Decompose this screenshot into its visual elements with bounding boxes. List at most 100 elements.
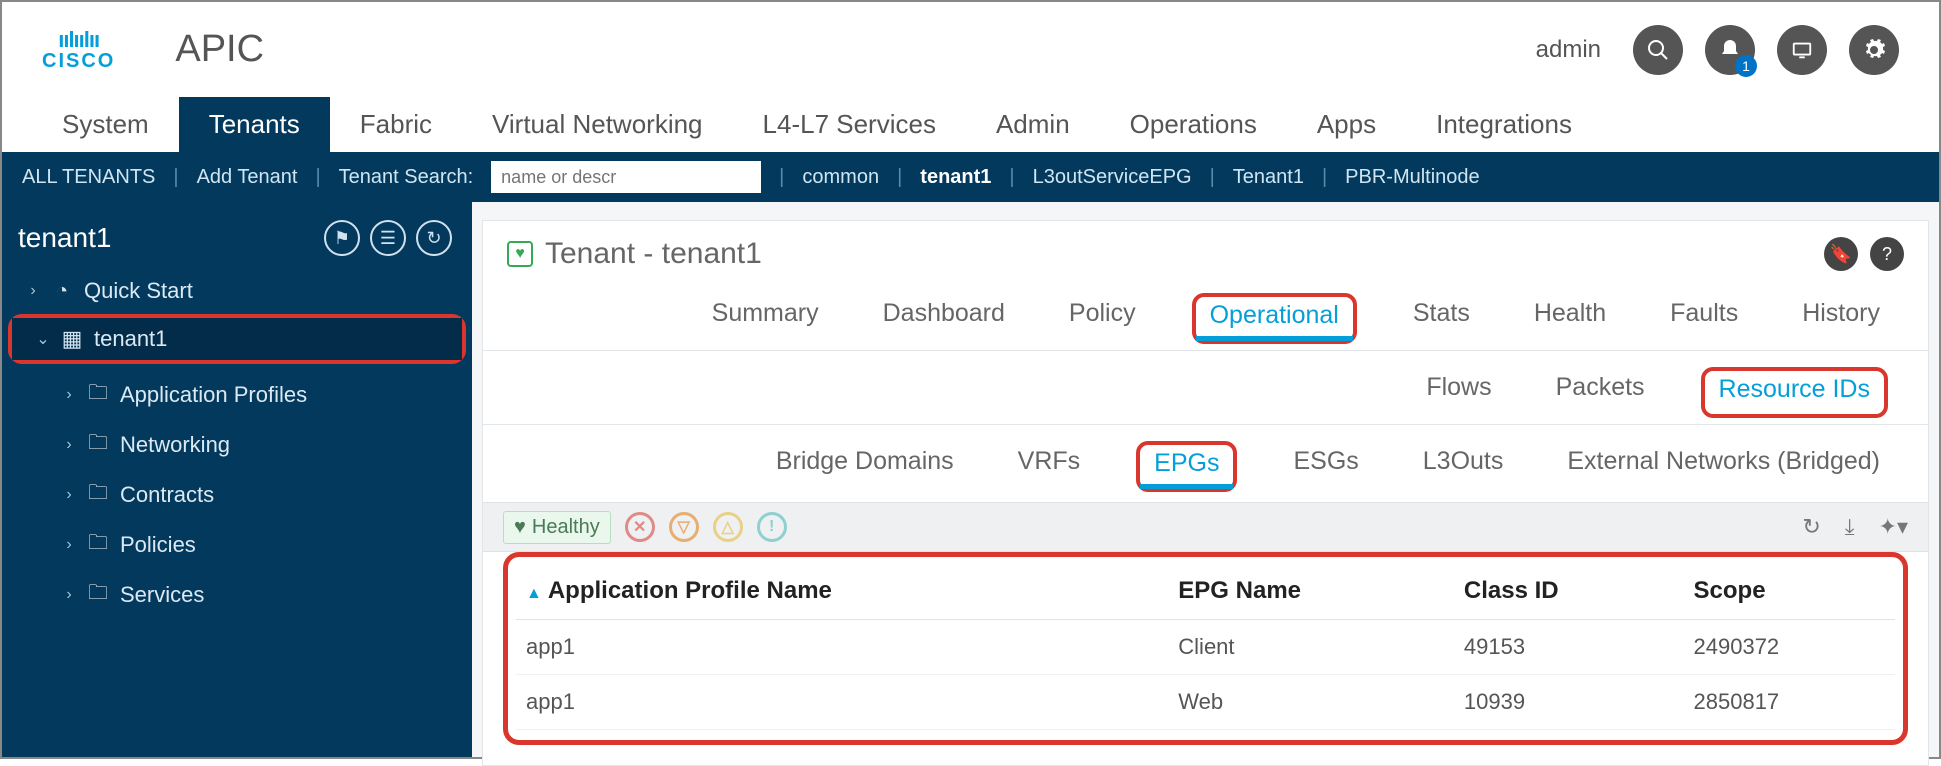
tab-dashboard[interactable]: Dashboard (875, 293, 1013, 344)
col-scope[interactable]: Scope (1684, 563, 1895, 620)
sidebar-flag-icon[interactable]: ⚑ (324, 220, 360, 256)
col-class-id[interactable]: Class ID (1454, 563, 1684, 620)
tab-epgs[interactable]: EPGs (1136, 441, 1237, 492)
tree-item-contracts[interactable]: ›Contracts (2, 470, 472, 520)
page-title-actions: 🔖 ? (1824, 237, 1904, 271)
cell-scope: 2850817 (1684, 675, 1895, 730)
bell-icon[interactable]: 1 (1705, 25, 1755, 75)
tab-faults[interactable]: Faults (1662, 293, 1746, 344)
sidebar-filter-icon[interactable]: ☰ (370, 220, 406, 256)
tab-flows[interactable]: Flows (1418, 367, 1499, 418)
tenant-link-l3outserviceepg[interactable]: L3outServiceEPG (1033, 166, 1192, 189)
all-tenants-link[interactable]: ALL TENANTS (22, 166, 155, 189)
tab-l3outs[interactable]: L3Outs (1415, 441, 1512, 492)
tree-item-label: tenant1 (94, 326, 167, 352)
tenant-link-tenant1[interactable]: Tenant1 (1233, 166, 1304, 189)
page-title-row: ♥ Tenant - tenant1 🔖 ? (483, 221, 1928, 277)
flag-icon (50, 280, 74, 303)
health-badge[interactable]: ♥ Healthy (503, 511, 611, 544)
tree-item-tenant1[interactable]: ⌄tenant1 (12, 318, 462, 360)
nav-tab-integrations[interactable]: Integrations (1406, 97, 1602, 152)
add-tenant-link[interactable]: Add Tenant (197, 166, 298, 189)
logo-bars: ıılıılıı (42, 29, 115, 51)
tree-item-label: Policies (120, 532, 196, 558)
tree-item-networking[interactable]: ›Networking (2, 420, 472, 470)
chevron-icon: › (62, 386, 76, 404)
tenant-link-pbr-multinode[interactable]: PBR-Multinode (1345, 166, 1480, 189)
page-title: Tenant - tenant1 (545, 237, 762, 271)
tab-packets[interactable]: Packets (1548, 367, 1653, 418)
cell-app: app1 (516, 620, 1168, 675)
chevron-icon: › (62, 436, 76, 454)
fault-warning-icon[interactable]: ! (757, 512, 787, 542)
tab-bridge-domains[interactable]: Bridge Domains (768, 441, 962, 492)
tab-operational[interactable]: Operational (1192, 293, 1357, 344)
feedback-icon[interactable] (1777, 25, 1827, 75)
tab-resource-ids[interactable]: Resource IDs (1701, 367, 1888, 418)
tab-external-networks-bridged[interactable]: External Networks (Bridged) (1559, 441, 1888, 492)
help-icon[interactable]: ? (1870, 237, 1904, 271)
page-title-left: ♥ Tenant - tenant1 (507, 237, 762, 271)
refresh-icon[interactable]: ↻ (1802, 514, 1820, 540)
nav-tab-virtual-networking[interactable]: Virtual Networking (462, 97, 733, 152)
cell-app: app1 (516, 675, 1168, 730)
shield-icon: ♥ (514, 516, 526, 539)
user-label[interactable]: admin (1536, 36, 1601, 64)
tab-esgs[interactable]: ESGs (1285, 441, 1366, 492)
folder-icon (86, 378, 110, 412)
content-panel: ♥ Tenant - tenant1 🔖 ? Summary Dashboard P… (482, 220, 1929, 766)
cell-class_id: 49153 (1454, 620, 1684, 675)
fault-major-icon[interactable]: ▽ (669, 512, 699, 542)
tenant-link-tenant1[interactable]: tenant1 (920, 166, 991, 189)
main-area: tenant1 ⚑ ☰ ↻ ›Quick Start ⌄tenant1 › Appli… (2, 202, 1939, 757)
col-application-profile-name[interactable]: ▲Application Profile Name (516, 563, 1168, 620)
primary-nav: SystemTenantsFabricVirtual NetworkingL4-… (2, 97, 1939, 152)
table-row[interactable]: app1Client491532490372 (516, 620, 1895, 675)
nav-tab-operations[interactable]: Operations (1100, 97, 1287, 152)
nav-tab-admin[interactable]: Admin (966, 97, 1100, 152)
tree-item-label: Services (120, 582, 204, 608)
tab-summary[interactable]: Summary (704, 293, 827, 344)
nav-tab-l4-l7-services[interactable]: L4-L7 Services (733, 97, 966, 152)
sidebar-refresh-icon[interactable]: ↻ (416, 220, 452, 256)
logo-text: CISCO (42, 51, 115, 71)
table-row[interactable]: app1Web109392850817 (516, 675, 1895, 730)
header-left: ıılıılıı CISCO APIC (42, 28, 264, 71)
tree-item-quick-start[interactable]: ›Quick Start (2, 270, 472, 312)
epg-table: ▲Application Profile NameEPG NameClass I… (516, 563, 1895, 730)
tab-policy[interactable]: Policy (1061, 293, 1144, 344)
tab-vrfs[interactable]: VRFs (1010, 441, 1089, 492)
folder-icon (86, 478, 110, 512)
bookmark-icon[interactable]: 🔖 (1824, 237, 1858, 271)
tenant-search-label: Tenant Search: (339, 166, 474, 189)
sort-asc-icon: ▲ (526, 585, 542, 602)
nav-tab-fabric[interactable]: Fabric (330, 97, 462, 152)
gear-icon[interactable] (1849, 25, 1899, 75)
col-epg-name[interactable]: EPG Name (1168, 563, 1454, 620)
download-icon[interactable]: ⤓ (1845, 514, 1855, 540)
tools-icon[interactable]: ✦▾ (1879, 514, 1908, 540)
tenant-link-common[interactable]: common (802, 166, 879, 189)
tabs-level3: Bridge Domains VRFs EPGs ESGs L3Outs External… (483, 425, 1928, 502)
table-header-row: ▲Application Profile NameEPG NameClass I… (516, 563, 1895, 620)
chevron-icon: › (26, 282, 40, 300)
search-icon[interactable] (1633, 25, 1683, 75)
tab-history[interactable]: History (1794, 293, 1888, 344)
cell-epg: Web (1168, 675, 1454, 730)
tab-health[interactable]: Health (1526, 293, 1614, 344)
nav-tab-tenants[interactable]: Tenants (179, 97, 330, 152)
nav-tab-system[interactable]: System (32, 97, 179, 152)
toolbar-right: ↻ ⤓ ✦▾ (1802, 514, 1908, 540)
tree-item-application-profiles[interactable]: › Application Profiles (2, 370, 472, 420)
tree-item-label: Application Profiles (120, 382, 307, 408)
fault-critical-icon[interactable]: ✕ (625, 512, 655, 542)
tree-highlight: ⌄tenant1 (8, 314, 466, 364)
tabs-level2: Flows Packets Resource IDs (483, 351, 1928, 425)
tenant-search-input[interactable] (491, 161, 761, 193)
tree-item-policies[interactable]: ›Policies (2, 520, 472, 570)
tab-stats[interactable]: Stats (1405, 293, 1478, 344)
fault-minor-icon[interactable]: △ (713, 512, 743, 542)
product-title: APIC (175, 28, 264, 71)
tree-item-services[interactable]: ›Services (2, 570, 472, 620)
nav-tab-apps[interactable]: Apps (1287, 97, 1406, 152)
